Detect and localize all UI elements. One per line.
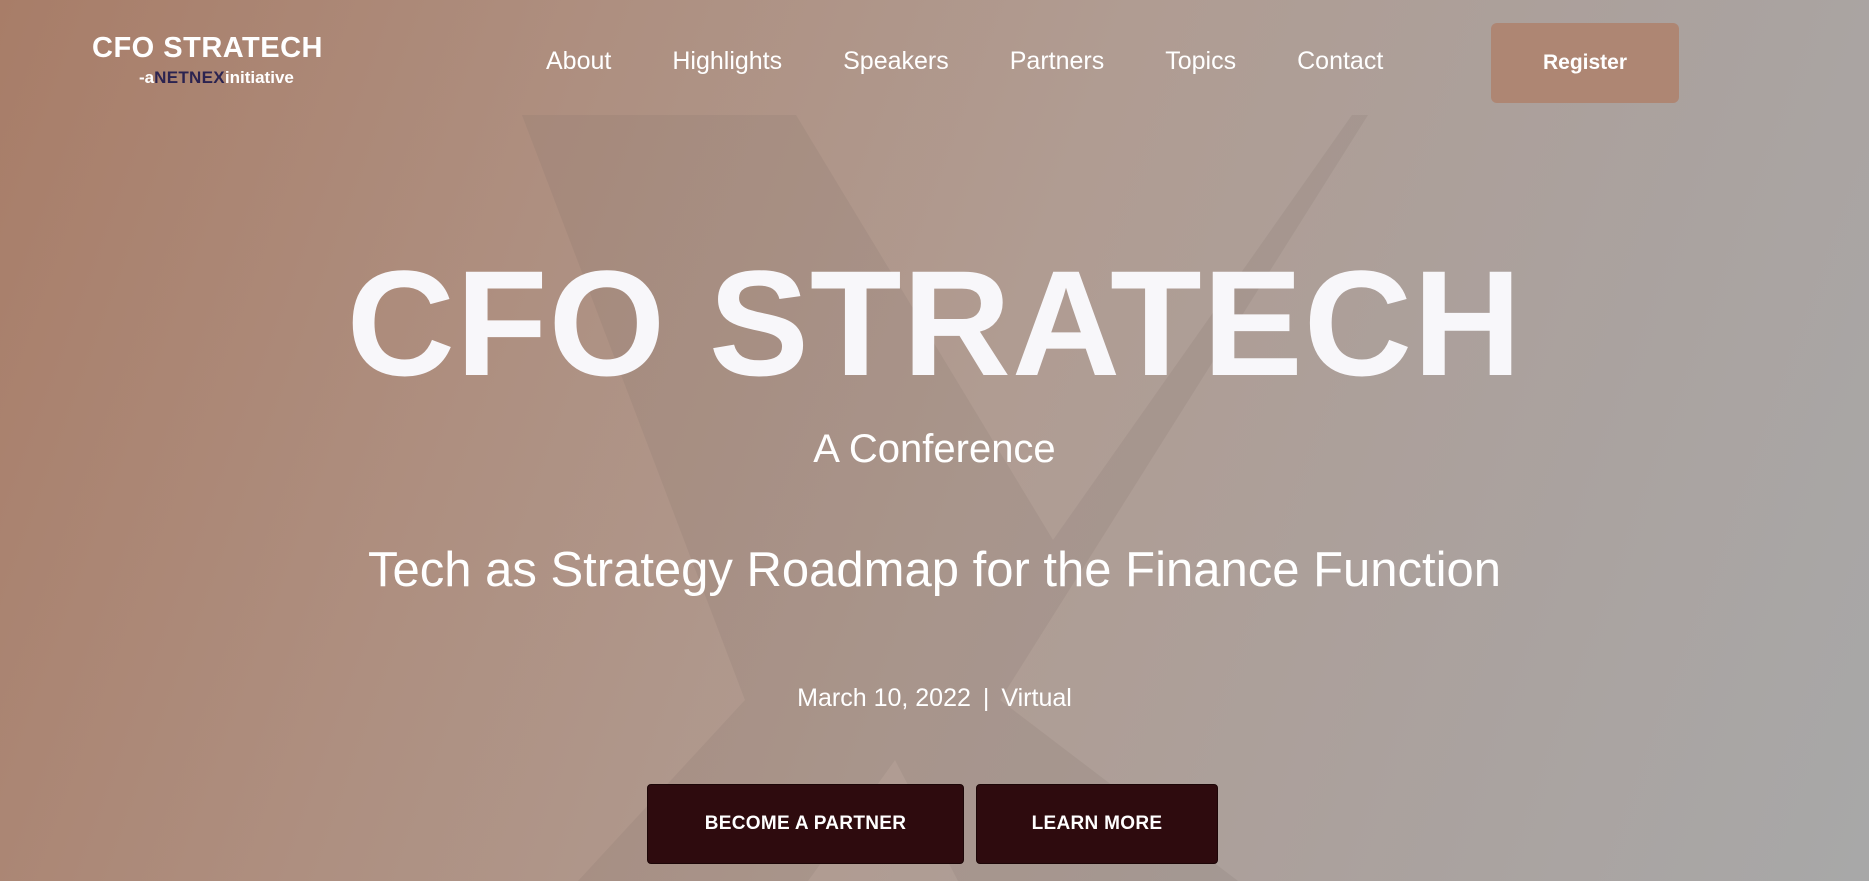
nav-topics[interactable]: Topics xyxy=(1165,44,1236,78)
nav-about[interactable]: About xyxy=(546,44,611,78)
event-info: March 10, 2022 | Virtual xyxy=(0,680,1869,716)
logo-tagline: -aNETNEXinitiative xyxy=(139,68,294,88)
site-header: CFO STRATECH -aNETNEXinitiative About Hi… xyxy=(0,0,1869,120)
main-nav: About Highlights Speakers Partners Topic… xyxy=(546,44,1383,78)
nav-speakers[interactable]: Speakers xyxy=(843,44,949,78)
learn-more-button[interactable]: LEARN MORE xyxy=(976,784,1218,864)
event-date: March 10, 2022 xyxy=(797,684,971,712)
logo-suffix: initiative xyxy=(224,68,294,87)
event-location: Virtual xyxy=(1001,684,1072,712)
hero-title: CFO STRATECH xyxy=(346,239,1523,407)
site-logo[interactable]: CFO STRATECH -aNETNEXinitiative xyxy=(92,32,332,88)
logo-brand: NETNEX xyxy=(154,68,225,87)
nav-partners[interactable]: Partners xyxy=(1010,44,1104,78)
logo-prefix: -a xyxy=(139,68,155,87)
event-separator: | xyxy=(982,684,990,712)
logo-title: CFO STRATECH xyxy=(92,32,324,64)
nav-highlights[interactable]: Highlights xyxy=(672,44,782,78)
nav-contact[interactable]: Contact xyxy=(1297,44,1383,78)
hero-tagline: Tech as Strategy Roadmap for the Finance… xyxy=(367,543,1502,597)
register-button[interactable]: Register xyxy=(1491,23,1679,103)
hero-subtitle: A Conference xyxy=(813,427,1056,471)
become-partner-button[interactable]: BECOME A PARTNER xyxy=(647,784,964,864)
